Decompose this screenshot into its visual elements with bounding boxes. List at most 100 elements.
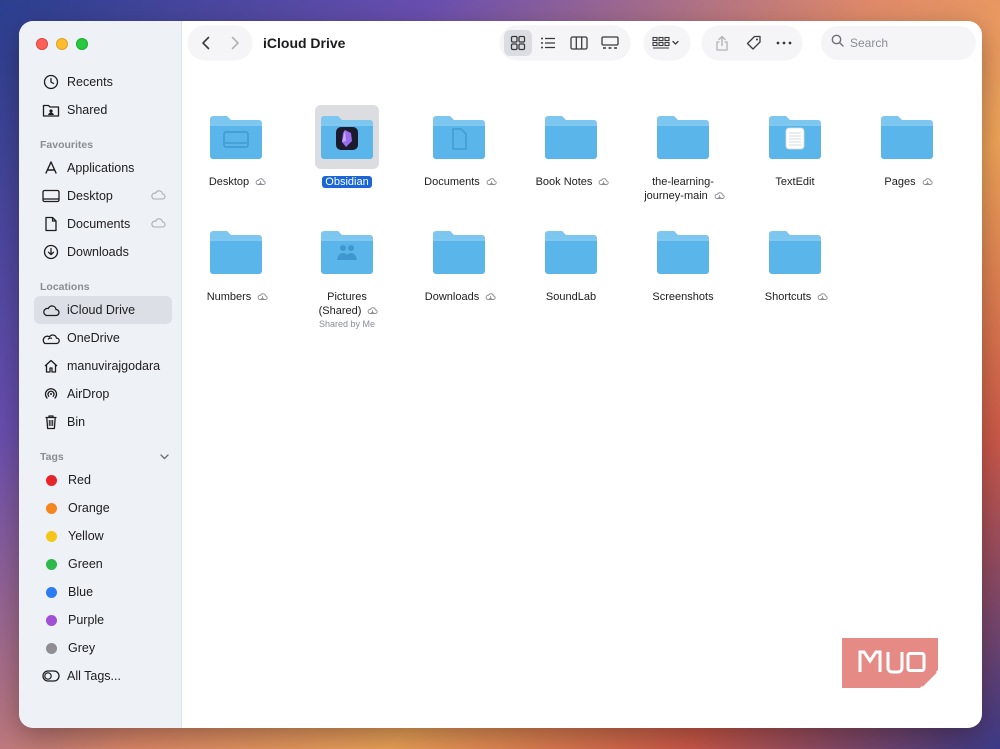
sidebar-item-bin[interactable]: Bin — [34, 408, 172, 436]
cloud-download-icon — [817, 293, 828, 300]
folder-icon-wrap — [539, 220, 603, 284]
sidebar-item-home[interactable]: manuvirajgodara — [34, 352, 172, 380]
folder-item[interactable]: Documents — [404, 105, 514, 189]
group-by-button[interactable] — [649, 30, 685, 56]
sidebar-item-onedrive[interactable]: OneDrive — [34, 324, 172, 352]
folder-icon-wrap — [427, 220, 491, 284]
tag-color-dot — [46, 474, 57, 486]
sidebar-item-downloads[interactable]: Downloads — [34, 238, 172, 266]
folder-icon-wrap — [315, 220, 379, 284]
tag-label: Yellow — [68, 529, 104, 543]
folder-item[interactable]: Desktop — [181, 105, 291, 189]
window-controls — [36, 38, 88, 50]
sidebar-item-shared[interactable]: Shared — [34, 96, 172, 124]
folder-icon — [657, 116, 709, 159]
cloud-download-icon — [714, 192, 725, 199]
folder-icon-wrap — [539, 105, 603, 169]
section-heading-tags[interactable]: Tags — [19, 448, 182, 466]
folder-item[interactable]: Obsidian — [292, 105, 402, 189]
sidebar-item-applications[interactable]: Applications — [34, 154, 172, 182]
sidebar-item-desktop[interactable]: Desktop — [34, 182, 172, 210]
sidebar-item-label: Bin — [67, 415, 86, 429]
tag-color-dot — [46, 614, 57, 626]
tag-label: Purple — [68, 613, 105, 627]
folder-item[interactable]: Numbers — [181, 220, 291, 304]
cloud-icon — [42, 301, 60, 319]
folder-item[interactable]: Shortcuts — [740, 220, 850, 304]
folder-item[interactable]: SoundLab — [516, 220, 626, 304]
sidebar-item-label: All Tags... — [67, 669, 121, 683]
sidebar-tag-orange[interactable]: Orange — [34, 494, 172, 522]
forward-button[interactable] — [221, 30, 249, 56]
sidebar-item-recents[interactable]: Recents — [34, 68, 172, 96]
more-options-button[interactable] — [770, 30, 798, 56]
column-view-button[interactable] — [565, 30, 593, 56]
sidebar-tags: Tags Red Orange Yellow Green Blue Purple… — [19, 448, 182, 690]
view-mode-group — [500, 26, 630, 60]
search-icon — [831, 34, 844, 52]
sidebar: Recents Shared Favourites Applications D… — [19, 21, 182, 728]
folder-icon — [657, 231, 709, 274]
sidebar-item-airdrop[interactable]: AirDrop — [34, 380, 172, 408]
sidebar-tag-grey[interactable]: Grey — [34, 634, 172, 662]
sidebar-tag-yellow[interactable]: Yellow — [34, 522, 172, 550]
list-view-button[interactable] — [534, 30, 562, 56]
folder-item[interactable]: Book Notes — [516, 105, 626, 189]
sidebar-tag-green[interactable]: Green — [34, 550, 172, 578]
folder-item[interactable]: TextEdit — [740, 105, 850, 189]
gallery-view-button[interactable] — [596, 30, 624, 56]
tag-button[interactable] — [740, 30, 768, 56]
all-tags-icon — [42, 667, 60, 685]
icon-view-button[interactable] — [504, 30, 532, 56]
minimize-button[interactable] — [56, 38, 68, 50]
sidebar-tag-purple[interactable]: Purple — [34, 606, 172, 634]
navigation-group — [188, 26, 252, 60]
close-button[interactable] — [36, 38, 48, 50]
sidebar-tag-red[interactable]: Red — [34, 466, 172, 494]
folder-item[interactable]: Screenshots — [628, 220, 738, 304]
tag-label: Red — [68, 473, 91, 487]
folder-item[interactable]: Downloads — [404, 220, 514, 304]
folder-name: Book Notes — [535, 176, 593, 188]
folder-item[interactable]: Pictures (Shared) Shared by Me — [292, 220, 402, 330]
cloud-download-icon — [486, 178, 497, 185]
folder-icon-wrap — [427, 105, 491, 169]
folder-label: Obsidian — [292, 175, 402, 189]
cloud-download-icon — [368, 307, 379, 314]
share-button[interactable] — [708, 30, 736, 56]
sidebar-item-label: Downloads — [67, 245, 129, 259]
folder-item[interactable]: Pages — [852, 105, 962, 189]
sidebar-item-documents[interactable]: Documents — [34, 210, 172, 238]
sidebar-tag-blue[interactable]: Blue — [34, 578, 172, 606]
group-by-menu[interactable] — [644, 26, 690, 60]
search-input[interactable] — [850, 36, 960, 50]
sidebar-top-group: Recents Shared — [19, 68, 182, 124]
sidebar-locations: Locations iCloud Drive OneDrive manuvira… — [19, 278, 182, 436]
icloud-status-icon — [150, 217, 166, 231]
shared-folder-icon — [42, 101, 60, 119]
cloud-download-icon — [257, 293, 268, 300]
sidebar-item-icloud-drive[interactable]: iCloud Drive — [34, 296, 172, 324]
folder-label: Screenshots — [628, 290, 738, 304]
sidebar-item-label: Documents — [67, 217, 131, 231]
search-field[interactable] — [821, 26, 976, 60]
folder-label: Pages — [852, 175, 962, 189]
folder-name: TextEdit — [775, 176, 815, 188]
folder-icon-wrap — [875, 105, 939, 169]
zoom-button[interactable] — [76, 38, 88, 50]
cloud-download-icon — [485, 293, 496, 300]
sidebar-item-all-tags[interactable]: All Tags... — [34, 662, 172, 690]
back-button[interactable] — [192, 30, 220, 56]
folder-name: the-learning- — [652, 176, 714, 188]
home-icon — [42, 357, 60, 375]
folder-name: Documents — [424, 176, 480, 188]
tag-label: Green — [68, 557, 103, 571]
folder-item[interactable]: the-learning-journey-main — [628, 105, 738, 203]
desktop-icon — [42, 187, 60, 205]
sidebar-item-label: manuvirajgodara — [67, 359, 161, 373]
folder-icon — [321, 116, 373, 159]
window-title: iCloud Drive — [263, 35, 346, 51]
folder-icon — [321, 231, 373, 274]
file-grid: Desktop Obsidian Documents Book Notes the-le… — [182, 67, 982, 728]
document-icon — [42, 215, 60, 233]
